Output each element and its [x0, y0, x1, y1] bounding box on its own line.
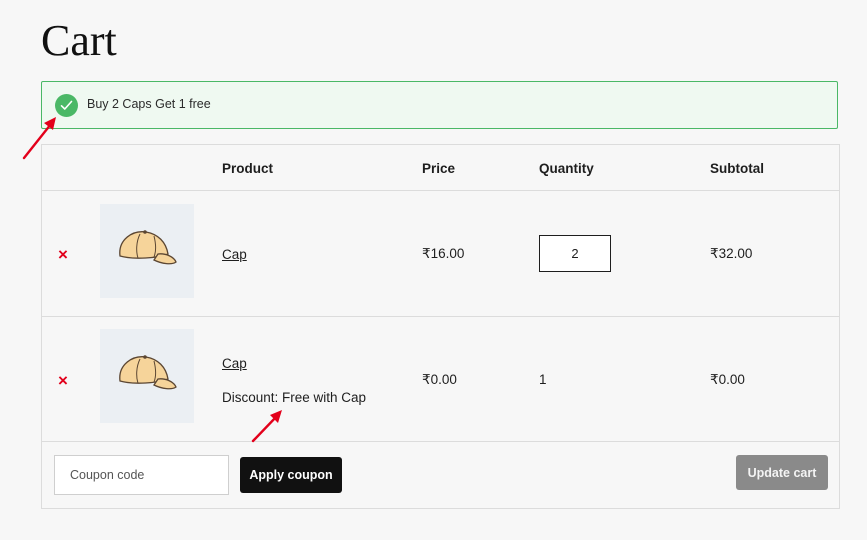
apply-coupon-button[interactable]: Apply coupon	[240, 457, 342, 493]
divider	[42, 190, 839, 191]
update-cart-button[interactable]: Update cart	[736, 455, 828, 490]
item-discount-meta: Discount: Free with Cap	[222, 390, 367, 405]
item-price: ₹16.00	[422, 246, 465, 261]
header-price: Price	[422, 161, 456, 176]
remove-item-icon[interactable]: ×	[58, 372, 68, 389]
annotation-arrow-icon	[251, 410, 282, 443]
item-price: ₹0.00	[422, 372, 457, 387]
divider	[42, 441, 839, 442]
success-notice: Buy 2 Caps Get 1 free	[41, 81, 838, 129]
cap-icon[interactable]	[100, 329, 194, 423]
quantity-input[interactable]	[539, 235, 611, 272]
item-quantity: 1	[539, 372, 547, 387]
coupon-code-input[interactable]	[54, 455, 229, 495]
header-quantity: Quantity	[539, 161, 594, 176]
divider	[42, 316, 839, 317]
product-link-cap[interactable]: Cap	[222, 247, 247, 262]
product-link-cap[interactable]: Cap	[222, 356, 247, 371]
header-product: Product	[222, 161, 274, 176]
remove-item-icon[interactable]: ×	[58, 246, 68, 263]
item-subtotal: ₹0.00	[710, 372, 745, 387]
notice-text: Buy 2 Caps Get 1 free	[87, 97, 211, 111]
item-subtotal: ₹32.00	[710, 246, 753, 261]
header-subtotal: Subtotal	[710, 161, 764, 176]
cart-table: Product Price Quantity Subtotal × Cap ₹1…	[41, 144, 840, 509]
page-title: Cart	[41, 16, 117, 65]
cap-icon[interactable]	[100, 204, 194, 298]
